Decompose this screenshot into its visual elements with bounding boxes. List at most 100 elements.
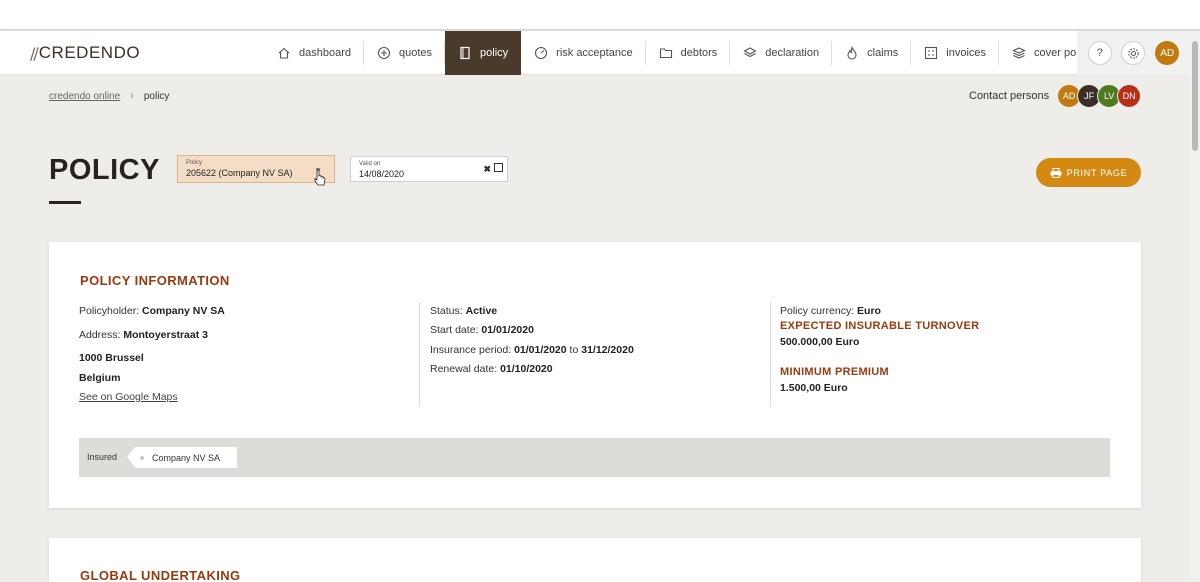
insurance-period-to: 31/12/2020 [581, 344, 634, 356]
policy-information-card: POLICY INFORMATION Policyholder: Company… [49, 242, 1141, 508]
calendar-icon[interactable] [494, 163, 503, 172]
start-date-row: Start date: 01/01/2020 [430, 324, 534, 336]
global-undertaking-card: GLOBAL UNDERTAKING [49, 538, 1141, 582]
nav-item-label: policy [480, 47, 509, 59]
address-street: Montoyerstraat 3 [123, 329, 208, 341]
nav-item-claims[interactable]: claims [832, 31, 912, 75]
main-nav: dashboard quotes policy risk acceptance … [264, 31, 1105, 75]
policy-select[interactable]: Policy 205622 (Company NV SA) ▼ [177, 155, 335, 183]
nav-item-label: declaration [765, 47, 820, 59]
nav-utility-area: ? AD [1077, 31, 1190, 75]
layers-icon [743, 47, 757, 58]
nav-item-invoices[interactable]: invoices [911, 31, 999, 75]
page-title: POLICY [49, 154, 160, 186]
insurance-period-label: Insurance period: [430, 344, 512, 356]
address-label: Address: [79, 329, 121, 341]
print-page-button[interactable]: PRINT PAGE [1036, 158, 1141, 187]
settings-button[interactable] [1121, 41, 1146, 65]
start-date-value: 01/01/2020 [481, 324, 534, 336]
status-value: Active [465, 305, 498, 317]
policy-information-title: POLICY INFORMATION [80, 273, 230, 288]
grid-icon [925, 46, 938, 60]
column-divider [770, 302, 771, 407]
expected-turnover-title: EXPECTED INSURABLE TURNOVER [780, 320, 980, 332]
policyholder-label: Policyholder: [79, 305, 140, 317]
date-field-label: Valid on [359, 161, 381, 167]
address-country: Belgium [79, 372, 121, 384]
logo-mark-icon: // [30, 43, 39, 63]
nav-item-label: dashboard [299, 47, 351, 59]
home-icon [278, 47, 290, 59]
status-label: Status: [430, 305, 463, 317]
currency-value: Euro [857, 305, 881, 317]
expected-turnover-value: 500.000,00 Euro [780, 336, 860, 348]
nav-item-label: invoices [946, 47, 987, 59]
contact-persons: Contact persons AD JF LV DN [969, 84, 1142, 108]
gauge-icon [535, 46, 548, 60]
nav-item-risk-acceptance[interactable]: risk acceptance [521, 31, 647, 75]
google-maps-link[interactable]: See on Google Maps [79, 391, 178, 403]
nav-item-declaration[interactable]: declaration [730, 31, 832, 75]
date-field-value: 14/08/2020 [359, 169, 405, 179]
insured-tag[interactable]: Company NV SA [127, 447, 237, 468]
nav-item-label: debtors [680, 47, 718, 59]
flame-icon [847, 46, 857, 60]
nav-item-dashboard[interactable]: dashboard [264, 31, 364, 75]
address-city: 1000 Brussel [79, 352, 144, 364]
clear-date-icon[interactable]: ✖ [483, 164, 491, 175]
policyholder-value: Company NV SA [142, 305, 225, 317]
scrollbar-thumb[interactable] [1192, 41, 1198, 151]
renewal-date-value: 01/10/2020 [500, 363, 553, 375]
breadcrumb-home-link[interactable]: credendo online [49, 91, 120, 102]
insured-tag-label: Company NV SA [152, 452, 221, 463]
insurance-period-from: 01/01/2020 [514, 344, 567, 356]
gear-icon [1128, 47, 1139, 59]
minimum-premium-value: 1.500,00 Euro [780, 382, 848, 394]
start-date-label: Start date: [430, 324, 479, 336]
user-avatar[interactable]: AD [1155, 41, 1180, 65]
folder-icon [659, 48, 672, 59]
printer-icon [1050, 167, 1062, 178]
document-icon [460, 46, 470, 60]
plus-circle-icon [377, 46, 391, 60]
nav-item-label: claims [867, 47, 899, 59]
insurance-period-row: Insurance period: 01/01/2020 to 31/12/20… [430, 344, 634, 356]
insurance-period-to-word: to [569, 344, 579, 356]
mouse-cursor-icon [314, 170, 326, 186]
breadcrumb: credendo online › policy [49, 90, 169, 102]
help-icon: ? [1096, 47, 1103, 59]
contact-persons-label: Contact persons [969, 90, 1050, 102]
stack-icon [1012, 47, 1026, 59]
chevron-right-icon: › [130, 90, 134, 102]
nav-item-label: risk acceptance [556, 47, 633, 59]
global-undertaking-title: GLOBAL UNDERTAKING [80, 568, 241, 582]
title-underline [49, 201, 81, 204]
tag-dot-icon [140, 456, 144, 460]
print-page-label: PRINT PAGE [1066, 167, 1128, 178]
nav-item-quotes[interactable]: quotes [364, 31, 446, 75]
policy-select-label: Policy [186, 160, 203, 166]
currency-label: Policy currency: [780, 305, 855, 317]
browser-top-strip [0, 0, 1200, 30]
insured-label: Insured [87, 452, 118, 462]
page-scrollbar[interactable] [1190, 31, 1200, 582]
minimum-premium-title: MINIMUM PREMIUM [780, 366, 889, 378]
breadcrumb-current: policy [143, 90, 170, 102]
renewal-date-row: Renewal date: 01/10/2020 [430, 363, 553, 375]
logo-text: CREDENDO [38, 43, 141, 62]
insured-bar: Insured Company NV SA [79, 438, 1110, 477]
status-row: Status: Active [430, 305, 497, 317]
policy-select-value: 205622 (Company NV SA) [186, 168, 293, 178]
column-divider [419, 302, 420, 407]
top-navbar: // CREDENDO dashboard quotes policy risk… [0, 31, 1190, 75]
credendo-logo[interactable]: // CREDENDO [30, 42, 140, 64]
contact-avatar-dn[interactable]: DN [1117, 84, 1142, 108]
currency-row: Policy currency: Euro [780, 305, 881, 317]
valid-on-date-field[interactable]: Valid on 14/08/2020 ✖ [350, 156, 508, 182]
renewal-date-label: Renewal date: [430, 363, 498, 375]
nav-item-policy[interactable]: policy [445, 31, 522, 75]
help-button[interactable]: ? [1087, 41, 1112, 65]
policyholder-row: Policyholder: Company NV SA [79, 305, 225, 317]
nav-item-debtors[interactable]: debtors [646, 31, 731, 75]
address-row: Address: Montoyerstraat 3 [79, 329, 208, 341]
